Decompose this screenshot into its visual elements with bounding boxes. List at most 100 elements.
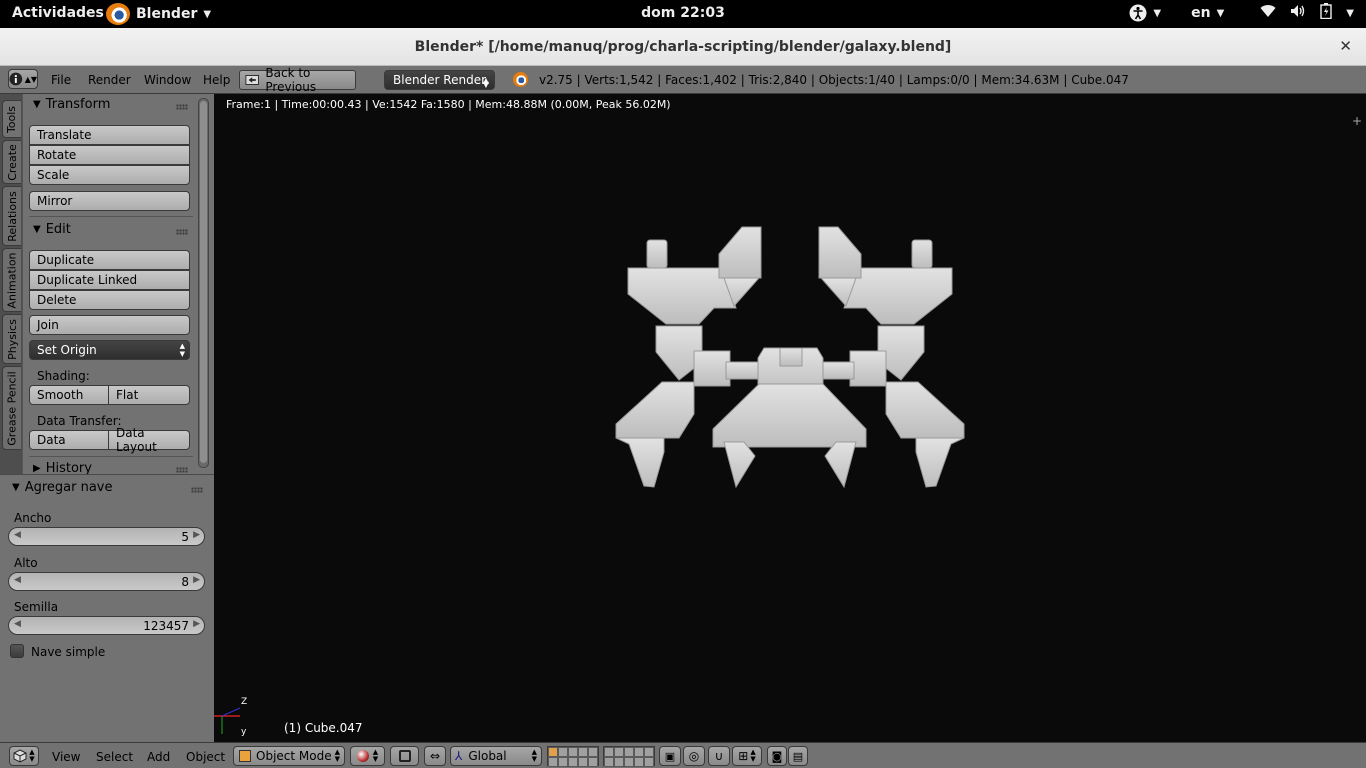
join-button[interactable]: Join [29, 315, 190, 335]
updown-icon: ▲ ▼ [179, 342, 185, 358]
flat-button[interactable]: Flat [108, 385, 190, 405]
pivot-point-select[interactable] [390, 746, 419, 766]
operator-panel-header[interactable]: ▼ Agregar nave [12, 480, 113, 495]
transform-panel-title: Transform [45, 97, 111, 112]
accessibility-icon[interactable]: ▼ [1129, 4, 1161, 22]
window-title: Blender* [/home/manuq/prog/charla-script… [414, 39, 952, 55]
drag-handle-icon[interactable] [176, 467, 188, 473]
lock-icon: ▣ [664, 749, 676, 763]
delete-button[interactable]: Delete [29, 290, 190, 310]
duplicate-button[interactable]: Duplicate [29, 250, 190, 270]
back-to-previous-button[interactable]: Back to Previous [239, 66, 356, 94]
camera-icon: ◙ [771, 749, 783, 763]
scene-layers-group-1[interactable] [547, 746, 599, 767]
editor-type-selector[interactable]: ▲▼ [8, 69, 38, 89]
menu-window[interactable]: Window [144, 73, 191, 87]
manipulator-toggle[interactable]: ⇔ [424, 746, 446, 766]
data-button[interactable]: Data [29, 430, 109, 450]
render-animation-button[interactable]: ▤ [788, 746, 808, 766]
viewport-shading-select[interactable]: ▲ ▼ [350, 746, 385, 766]
set-origin-select[interactable]: Set Origin ▲ ▼ [29, 340, 190, 360]
increment-arrow-icon[interactable]: ▶ [193, 575, 200, 585]
axis-icon: ⅄ [455, 749, 463, 763]
scene-statistics: v2.75 | Verts:1,542 | Faces:1,402 | Tris… [539, 73, 1129, 87]
menu-select[interactable]: Select [96, 750, 133, 764]
back-to-previous-label: Back to Previous [265, 66, 317, 94]
edit-panel-header[interactable]: ▼ Edit [33, 222, 71, 237]
axis-gizmo [214, 707, 241, 734]
tab-tools[interactable]: Tools [2, 100, 21, 138]
editor-type-selector[interactable]: ▲▼ [9, 746, 39, 766]
tab-create[interactable]: Create [2, 140, 21, 184]
language-label: en [1191, 5, 1211, 21]
wifi-icon[interactable] [1260, 4, 1276, 22]
triangle-down-icon: ▼ [33, 99, 41, 110]
close-icon[interactable]: ✕ [1339, 37, 1352, 55]
decrement-arrow-icon[interactable]: ◀ [14, 619, 21, 629]
shading-sphere-icon [356, 750, 369, 762]
proportional-editing-toggle[interactable]: ◎ [683, 746, 705, 766]
orientation-label: Global [468, 749, 507, 763]
proportional-icon: ◎ [688, 749, 700, 763]
divider [29, 456, 193, 457]
duplicate-linked-button[interactable]: Duplicate Linked [29, 270, 190, 290]
tab-relations[interactable]: Relations [2, 186, 21, 246]
alto-value: 8 [181, 575, 189, 589]
triangle-down-icon: ▼ [33, 224, 41, 235]
scrollbar-thumb[interactable] [200, 101, 207, 463]
cube-icon [239, 750, 251, 762]
triangle-down-icon: ▼ [12, 482, 20, 493]
render-opengl-button[interactable]: ◙ [767, 746, 787, 766]
menu-add[interactable]: Add [147, 750, 170, 764]
menu-render[interactable]: Render [88, 73, 131, 87]
snap-element-select[interactable]: ⊞ ▲ ▼ [732, 746, 762, 766]
back-arrow-icon [245, 75, 259, 85]
language-indicator[interactable]: en ▼ [1191, 5, 1224, 21]
data-layout-button[interactable]: Data Layout [108, 426, 190, 454]
ancho-field[interactable]: ◀ 5 ▶ [8, 527, 205, 546]
gnome-top-bar: Actividades Blender ▼ dom 22:03 ▼ en ▼ ▼ [0, 0, 1366, 28]
decrement-arrow-icon[interactable]: ◀ [14, 530, 21, 540]
smooth-button[interactable]: Smooth [29, 385, 109, 405]
increment-arrow-icon[interactable]: ▶ [193, 530, 200, 540]
rotate-button[interactable]: Rotate [29, 145, 190, 165]
tool-shelf-scrollbar[interactable] [198, 98, 209, 468]
drag-handle-icon[interactable] [176, 104, 188, 110]
3d-viewport[interactable]: Frame:1 | Time:00:00.43 | Ve:1542 Fa:158… [214, 94, 1366, 742]
transform-panel-header[interactable]: ▼ Transform [33, 97, 110, 112]
menu-view[interactable]: View [52, 750, 80, 764]
pivot-icon [398, 750, 411, 762]
snap-toggle[interactable]: ∪ [708, 746, 730, 766]
drag-handle-icon[interactable] [176, 229, 188, 235]
magnet-icon: ∪ [714, 749, 724, 763]
mirror-button[interactable]: Mirror [29, 191, 190, 211]
decrement-arrow-icon[interactable]: ◀ [14, 575, 21, 585]
scale-button[interactable]: Scale [29, 165, 190, 185]
tool-shelf-tabs: Tools Create Relations Animation Physics… [0, 94, 22, 474]
menu-help[interactable]: Help [203, 73, 230, 87]
scene-layers-group-2[interactable] [603, 746, 655, 767]
volume-icon[interactable] [1290, 4, 1306, 22]
tab-physics[interactable]: Physics [2, 314, 21, 364]
menu-file[interactable]: File [51, 73, 71, 87]
transform-orientation-select[interactable]: ⅄ Global ▲ ▼ [450, 746, 542, 766]
nave-simple-checkbox[interactable] [10, 644, 24, 658]
alto-field[interactable]: ◀ 8 ▶ [8, 572, 205, 591]
semilla-field[interactable]: ◀ 123457 ▶ [8, 616, 205, 635]
translate-button[interactable]: Translate [29, 125, 190, 145]
spaceship-model[interactable] [214, 94, 1366, 742]
mode-select[interactable]: Object Mode ▲ ▼ [233, 746, 345, 766]
battery-icon[interactable] [1320, 3, 1332, 23]
menu-object[interactable]: Object [186, 750, 225, 764]
chevron-down-icon[interactable]: ▼ [1346, 8, 1354, 19]
lock-camera-toggle[interactable]: ▣ [659, 746, 681, 766]
nave-simple-label[interactable]: Nave simple [31, 645, 105, 659]
snap-grid-icon: ⊞ [738, 749, 749, 763]
tool-shelf: ▼ Transform Translate Rotate Scale Mirro… [22, 94, 214, 476]
drag-handle-icon[interactable] [191, 487, 203, 493]
tab-animation[interactable]: Animation [2, 248, 21, 312]
render-engine-select[interactable]: Blender Render ▲ ▼ [384, 70, 495, 90]
increment-arrow-icon[interactable]: ▶ [193, 619, 200, 629]
tab-grease-pencil[interactable]: Grease Pencil [2, 366, 21, 450]
data-transfer-label: Data Transfer: [37, 414, 122, 428]
